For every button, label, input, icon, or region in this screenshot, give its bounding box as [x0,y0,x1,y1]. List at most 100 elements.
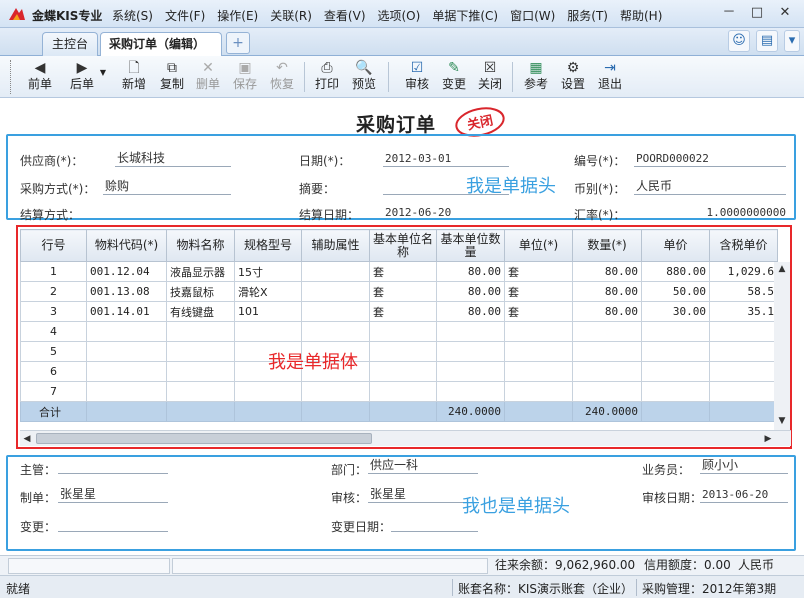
scroll-right-icon[interactable]: ▶ [761,432,775,446]
scroll-thumb[interactable] [36,433,372,444]
menu-operation[interactable]: 操作(E) [215,7,264,24]
grid-cell-base-qty[interactable] [436,361,505,382]
grid-cell-base-unit[interactable] [369,341,437,362]
chevron-down-icon[interactable]: ▾ [784,30,800,52]
currency-field[interactable]: 人民币 [634,179,786,195]
grid-cell-base-qty[interactable] [436,341,505,362]
grid-cell-qty[interactable]: 80.00 [572,261,642,282]
grid-cell-no[interactable]: 1 [20,261,87,282]
grid-cell-name[interactable]: 液晶显示器 [166,261,235,282]
col-header[interactable]: 基本单位数量 [436,229,505,262]
grid-cell-attr[interactable] [301,281,370,302]
grid-cell-base-qty[interactable]: 80.00 [436,261,505,282]
copy-button[interactable]: ⧉ 复制 [152,59,192,95]
grid-cell-unit[interactable] [504,321,573,342]
grid-cell-name[interactable]: 技嘉鼠标 [166,281,235,302]
grid-cell-attr[interactable] [301,301,370,322]
table-row[interactable]: 7 [20,381,778,402]
grid-cell-attr[interactable] [301,261,370,282]
grid-cell-code[interactable]: 001.14.01 [86,301,167,322]
grid-cell-base-unit[interactable] [369,381,437,402]
menu-push-down[interactable]: 单据下推(C) [430,7,504,24]
menu-relation[interactable]: 关联(R) [268,7,318,24]
table-row[interactable]: 2 001.13.08 技嘉鼠标 滑轮X 套 80.00 套 80.00 50.00 58.5 [20,281,778,302]
grid-cell-qty[interactable]: 80.00 [572,281,642,302]
table-row[interactable]: 5 [20,341,778,362]
grid-cell-tax-price[interactable]: 35.1 [709,301,778,322]
grid-cell-base-unit[interactable]: 套 [369,261,437,282]
salesman-field[interactable]: 顾小小 [700,458,788,474]
change-button[interactable]: ✎ 变更 [434,59,474,95]
grid-cell-no[interactable]: 2 [20,281,87,302]
grid-cell-code[interactable]: 001.12.04 [86,261,167,282]
menu-help[interactable]: 帮助(H) [618,7,668,24]
settlement-date-field[interactable]: 2012-06-20 [383,205,509,221]
save-button[interactable]: ▣ 保存 [225,59,265,95]
grid-cell-tax-price[interactable] [709,321,778,342]
print-button[interactable]: ⎙ 打印 [307,59,347,95]
audit-button[interactable]: ☑ 审核 [397,59,437,95]
menu-service[interactable]: 服务(T) [565,7,614,24]
grid-cell-base-qty[interactable] [436,321,505,342]
change-date-field[interactable] [391,516,478,532]
grid-cell-base-unit[interactable] [369,321,437,342]
minimize-button[interactable]: － [718,4,740,22]
grid-cell-no[interactable]: 3 [20,301,87,322]
table-row[interactable]: 6 [20,361,778,382]
date-field[interactable]: 2012-03-01 [383,151,509,167]
grid-cell-price[interactable]: 880.00 [641,261,710,282]
grid-cell-code[interactable] [86,361,167,382]
grid-cell-tax-price[interactable] [709,361,778,382]
col-header[interactable]: 单价 [641,229,710,262]
next-dropdown-icon[interactable]: ▼ [96,68,110,104]
exit-button[interactable]: ⇥ 退出 [590,59,630,95]
table-row[interactable]: 3 001.14.01 有线键盘 101 套 80.00 套 80.00 30.00 35.1 [20,301,778,322]
changer-field[interactable] [58,516,168,532]
grid-cell-price[interactable]: 30.00 [641,301,710,322]
restore-button[interactable]: □ [746,4,768,22]
grid-cell-no[interactable]: 7 [20,381,87,402]
manager-field[interactable] [58,458,168,474]
grid-horizontal-scrollbar[interactable]: ◀ ▶ [20,430,791,446]
grid-cell-name[interactable] [166,361,235,382]
grid-cell-tax-price[interactable] [709,381,778,402]
grid-cell-no[interactable]: 5 [20,341,87,362]
grid-cell-tax-price[interactable] [709,341,778,362]
grid-cell-price[interactable]: 50.00 [641,281,710,302]
grid-cell-code[interactable]: 001.13.08 [86,281,167,302]
grid-cell-qty[interactable] [572,381,642,402]
grid-cell-base-qty[interactable]: 80.00 [436,301,505,322]
tab-console[interactable]: 主控台 [42,32,98,56]
col-header[interactable]: 规格型号 [234,229,302,262]
menu-options[interactable]: 选项(O) [376,7,427,24]
grid-cell-no[interactable]: 6 [20,361,87,382]
restore-doc-button[interactable]: ↶ 恢复 [262,59,302,95]
menu-view[interactable]: 查看(V) [322,7,372,24]
col-header[interactable]: 含税单价 [709,229,778,262]
grid-cell-tax-price[interactable]: 58.5 [709,281,778,302]
purchase-method-field[interactable]: 赊购 [103,179,231,195]
grid-cell-qty[interactable] [572,341,642,362]
close-doc-button[interactable]: ☒ 关闭 [470,59,510,95]
tab-purchase-order[interactable]: 采购订单（编辑） ✕ [100,32,222,73]
col-header[interactable]: 辅助属性 [301,229,370,262]
col-header[interactable]: 物料名称 [166,229,235,262]
delete-button[interactable]: ✕ 删单 [188,59,228,95]
grid-cell-base-qty[interactable]: 80.00 [436,281,505,302]
grid-cell-price[interactable] [641,381,710,402]
smiley-icon[interactable]: ☺ [728,30,750,52]
grid-cell-attr[interactable] [301,321,370,342]
close-button[interactable]: ✕ [774,4,796,22]
grid-cell-qty[interactable]: 80.00 [572,301,642,322]
reference-button[interactable]: ▦ 参考 [516,59,556,95]
grid-cell-name[interactable]: 有线键盘 [166,301,235,322]
grid-cell-spec[interactable]: 滑轮X [234,281,302,302]
message-icon[interactable]: ▤ [756,30,778,52]
grid-cell-unit[interactable]: 套 [504,301,573,322]
table-row[interactable]: 4 [20,321,778,342]
settings-button[interactable]: ⚙ 设置 [553,59,593,95]
grid-cell-price[interactable] [641,341,710,362]
grid-cell-code[interactable] [86,381,167,402]
grid-cell-base-qty[interactable] [436,381,505,402]
grid-cell-base-unit[interactable]: 套 [369,301,437,322]
